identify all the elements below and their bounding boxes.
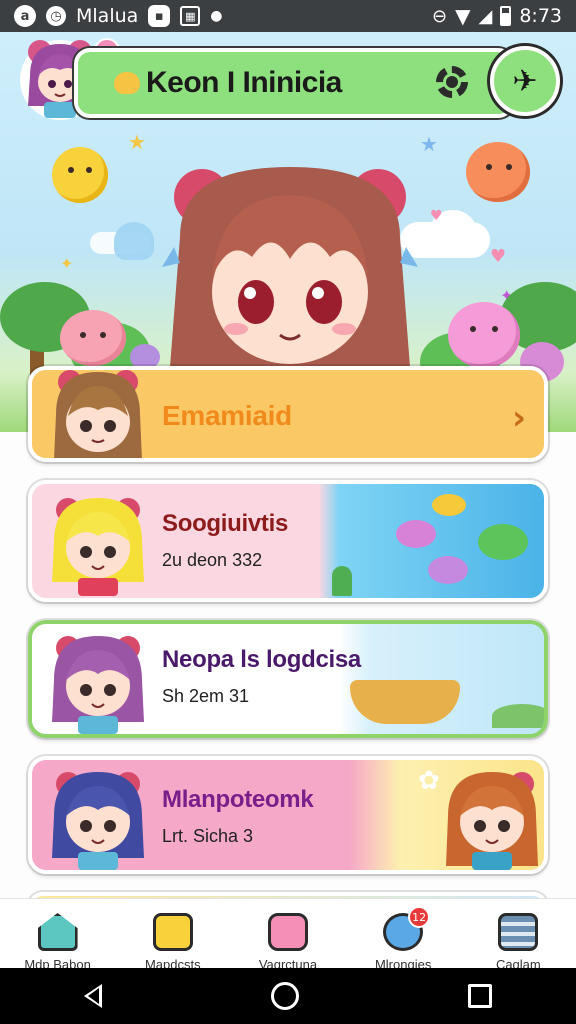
puzzle-icon bbox=[152, 913, 193, 951]
fish-icon bbox=[396, 520, 436, 548]
battery-icon bbox=[500, 6, 512, 26]
star-decoration: ★ bbox=[128, 130, 146, 154]
nav-item-list[interactable]: Caglam bbox=[463, 899, 573, 971]
page-title: Keon I Ininicia bbox=[146, 66, 342, 99]
recent-apps-icon[interactable] bbox=[467, 984, 492, 1008]
alert-icon: ⊖ bbox=[432, 5, 448, 27]
list-item-subtitle: 2u deon 332 bbox=[162, 550, 263, 570]
star-decoration: ★ bbox=[420, 132, 438, 156]
sand-boat-icon bbox=[350, 680, 460, 724]
character-avatar bbox=[54, 370, 142, 458]
status-bar: a ◷ Mlalua ▪ ▦ ● ⊖ ▼ ◢ 8:73 bbox=[0, 0, 576, 32]
list-item[interactable]: Emamiaid › bbox=[28, 366, 548, 462]
secondary-character-avatar bbox=[446, 772, 538, 870]
pink-cat-creature-icon bbox=[448, 302, 520, 368]
fish-icon bbox=[428, 556, 468, 584]
signal-icon: ◢ bbox=[478, 5, 493, 27]
list-item-title: Neopa ls logdcisa bbox=[162, 646, 361, 673]
fish-icon bbox=[478, 524, 528, 560]
paper-plane-icon: ✈ bbox=[512, 63, 538, 99]
status-time: 8:73 bbox=[519, 5, 562, 27]
list-item-title: Emamiaid bbox=[162, 400, 292, 431]
list-item[interactable]: Soogiuivtis 2u deon 332 bbox=[28, 480, 548, 602]
status-right: ⊖ ▼ ◢ 8:73 bbox=[432, 4, 562, 28]
nav-item-puzzle[interactable]: Mapdcsts bbox=[118, 899, 228, 971]
list-item-title: Soogiuivtis bbox=[162, 510, 289, 537]
character-avatar bbox=[52, 498, 144, 596]
status-app-title: Mlalua bbox=[76, 5, 139, 27]
nav-item-messages[interactable]: 12 Mlrongies bbox=[348, 899, 458, 971]
nav-item-home[interactable]: Mdp Babon bbox=[3, 899, 113, 971]
orange-creature-icon bbox=[466, 142, 530, 202]
seaweed-icon bbox=[332, 566, 352, 596]
notification-badge: 12 bbox=[408, 906, 431, 928]
chevron-right-icon[interactable]: › bbox=[512, 398, 526, 438]
settings-gear-icon[interactable] bbox=[436, 66, 468, 98]
blue-jellyfish-icon bbox=[114, 222, 154, 260]
list-item-subtitle: Sh 2em 31 bbox=[162, 686, 250, 706]
paw-icon bbox=[114, 72, 140, 94]
wifi-icon: ▼ bbox=[455, 4, 471, 28]
list-item-title: Mlanpoteomk bbox=[162, 786, 314, 813]
system-navigation-bar bbox=[0, 968, 576, 1024]
house-icon bbox=[37, 913, 78, 951]
nav-item-face[interactable]: Vagrctuna bbox=[233, 899, 343, 971]
star-decoration: ✦ bbox=[60, 254, 74, 273]
more-notifications-dot-icon: ● bbox=[210, 8, 223, 24]
list-item[interactable]: Neopa ls logdcisa Sh 2em 31 bbox=[28, 620, 548, 738]
send-button[interactable]: ✈ bbox=[490, 46, 560, 116]
status-left: a ◷ Mlalua ▪ ▦ ● bbox=[14, 5, 223, 27]
bottom-navigation: Mdp Babon Mapdcsts Vagrctuna 12 Mlrongie… bbox=[0, 898, 576, 971]
clock-notification-icon: ◷ bbox=[46, 6, 66, 26]
app-notification-icon: a bbox=[14, 5, 36, 27]
chat-bubble-icon: 12 bbox=[383, 906, 431, 951]
list-icon bbox=[498, 913, 539, 951]
list-item-subtitle: Lrt. Sicha 3 bbox=[162, 826, 254, 846]
pink-creature-icon bbox=[60, 310, 126, 366]
character-avatar bbox=[52, 772, 144, 870]
back-icon[interactable] bbox=[84, 984, 103, 1008]
message-notification-icon: ▪ bbox=[148, 5, 171, 27]
face-icon bbox=[267, 913, 308, 951]
character-avatar bbox=[52, 636, 144, 734]
list-item[interactable]: Mlanpoteomk Lrt. Sicha 3 ✿ bbox=[28, 756, 548, 874]
gallery-notification-icon: ▦ bbox=[180, 6, 201, 26]
home-circle-icon[interactable] bbox=[270, 982, 299, 1010]
sparkle-icon: ✿ bbox=[418, 766, 440, 796]
star-decoration: ♥ bbox=[490, 246, 507, 267]
fish-icon bbox=[432, 494, 466, 516]
yellow-creature-icon bbox=[52, 147, 108, 203]
star-decoration: ♥ bbox=[430, 208, 443, 224]
island-icon bbox=[492, 704, 544, 728]
